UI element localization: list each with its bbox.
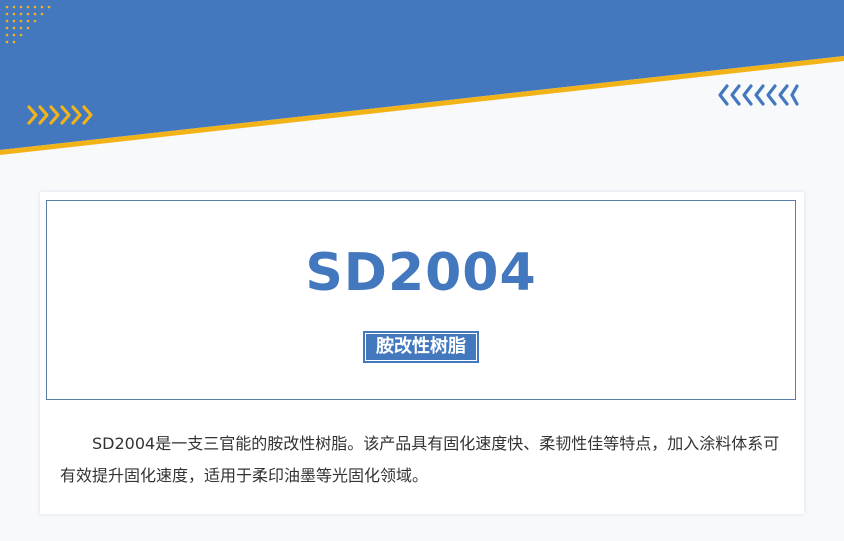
- chevrons-right-icon: [27, 105, 93, 125]
- category-badge: 胺改性树脂: [363, 331, 479, 363]
- product-title-frame: SD2004 胺改性树脂: [46, 200, 796, 400]
- product-card: SD2004 胺改性树脂 SD2004是一支三官能的胺改性树脂。该产品具有固化速…: [40, 192, 804, 514]
- product-code-title: SD2004: [305, 243, 537, 303]
- product-description: SD2004是一支三官能的胺改性树脂。该产品具有固化速度快、柔韧性佳等特点，加入…: [60, 434, 780, 485]
- chevrons-left-icon: [718, 84, 799, 106]
- category-badge-wrapper: 胺改性树脂: [47, 331, 795, 363]
- product-page: SD2004 胺改性树脂 SD2004是一支三官能的胺改性树脂。该产品具有固化速…: [0, 0, 844, 541]
- dot-grid-icon: [5, 5, 51, 44]
